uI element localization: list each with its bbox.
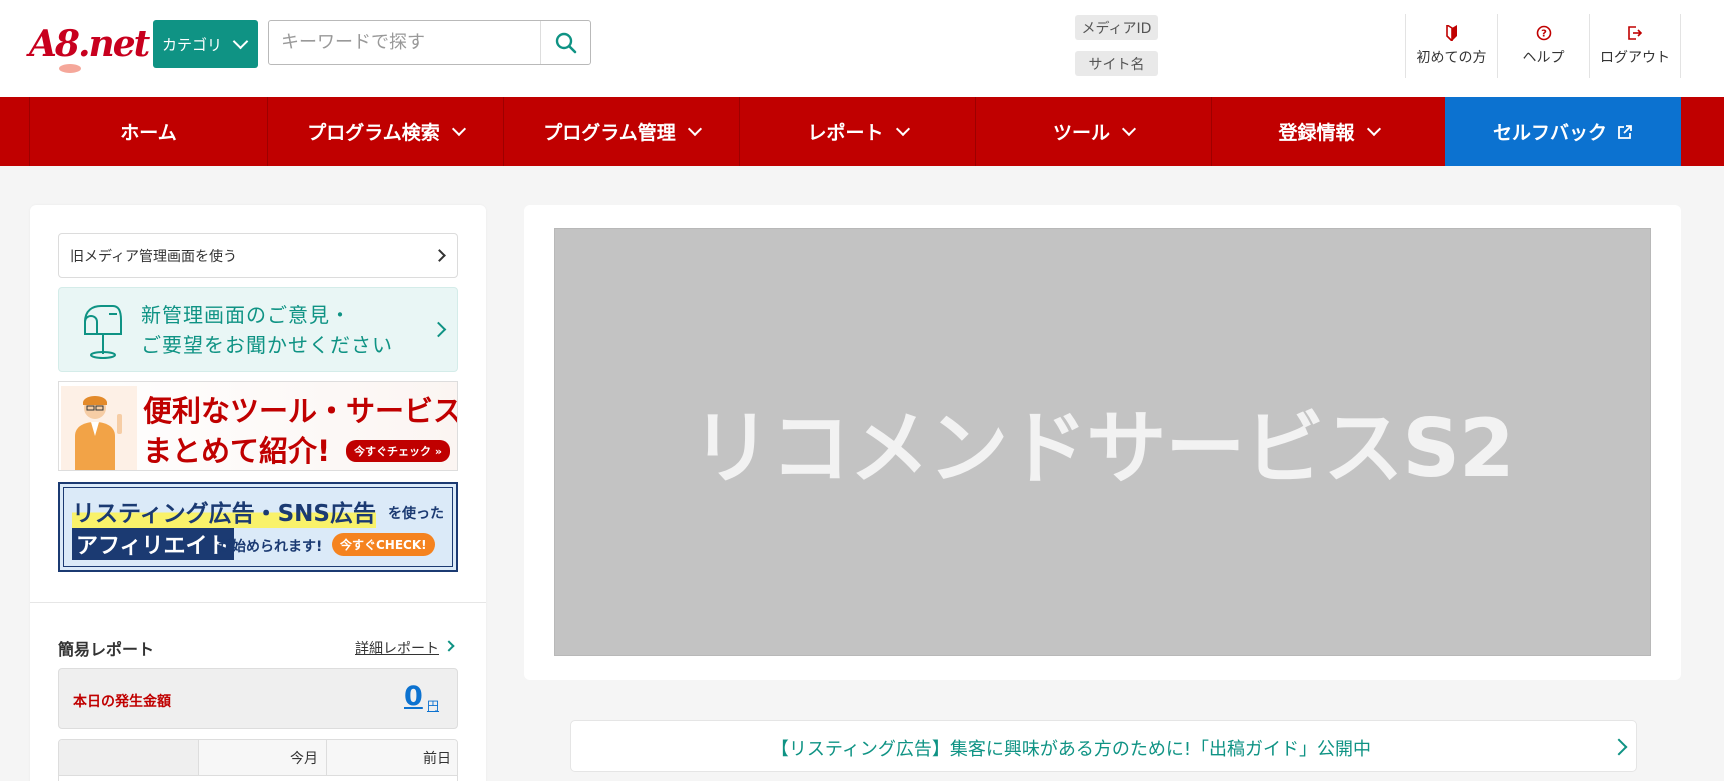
feedback-line1: 新管理画面のご意見・ — [141, 303, 351, 327]
nav-label: レポート — [807, 122, 884, 144]
chevron-right-icon — [433, 249, 446, 262]
util-label: 初めての方 — [1416, 50, 1487, 66]
nav-label: 登録情報 — [1278, 122, 1355, 144]
search-box — [268, 20, 591, 65]
media-id-chip: メディアID — [1075, 15, 1158, 40]
detail-report-link[interactable]: 詳細レポート — [355, 638, 439, 658]
notice-link[interactable]: 【リスティング広告】集客に興味がある方のために!「出稿ガイド」公開中 — [570, 720, 1637, 772]
a8net-logo[interactable]: A8.net — [29, 20, 150, 73]
listing-ads-banner[interactable]: リスティング広告・SNS広告 を使った アフィリエイト が始められます! 今すぐ… — [58, 482, 458, 572]
chevron-right-icon — [1610, 738, 1628, 756]
banner-listing-line2-suffix: が始められます! — [218, 539, 323, 555]
feedback-line2: ご要望をお聞かせください — [141, 333, 393, 357]
site-header: A8.net カテゴリ メディアID サイト名 初めての方 ? ヘルプ ログアウ… — [0, 0, 1724, 97]
table-header-blank — [59, 740, 199, 776]
left-sidebar: 旧メディア管理画面を使う 新管理画面のご意見・ ご要望をお聞かせください 便利な… — [30, 205, 486, 781]
recommend-title: リコメンドサービスS2 — [691, 402, 1514, 495]
today-amount-unit: 円 — [427, 699, 440, 713]
banner-listing-line2: アフィリエイト — [72, 528, 234, 560]
category-label: カテゴリ — [162, 35, 223, 54]
util-label: ヘルプ — [1522, 50, 1565, 66]
beginner-icon — [1445, 25, 1457, 41]
external-link-icon — [1618, 124, 1632, 139]
nav-home[interactable]: ホーム — [29, 97, 267, 166]
util-beginner[interactable]: 初めての方 — [1405, 14, 1497, 78]
util-logout[interactable]: ログアウト — [1589, 14, 1681, 78]
today-amount-box: 本日の発生金額 0 円 — [58, 668, 458, 729]
svg-text:?: ? — [1541, 29, 1547, 40]
nav-program-search[interactable]: プログラム検索 — [267, 97, 503, 166]
logout-icon — [1628, 26, 1643, 40]
feedback-text: 新管理画面のご意見・ ご要望をお聞かせください — [141, 300, 393, 360]
nav-label: ツール — [1052, 122, 1110, 144]
main-nav: ホーム プログラム検索 プログラム管理 レポート ツール 登録情報 セルフバック — [0, 97, 1724, 166]
nav-registration[interactable]: 登録情報 — [1211, 97, 1445, 166]
site-name-chip: サイト名 — [1075, 51, 1158, 76]
banner-listing-line1: リスティング広告・SNS広告 — [72, 494, 376, 528]
banner-listing-line1-suffix: を使った — [388, 506, 444, 522]
chevron-down-icon — [232, 33, 249, 49]
nav-label: セルフバック — [1492, 122, 1607, 144]
chevron-down-icon — [687, 121, 702, 136]
chevron-down-icon — [451, 121, 466, 136]
banner-tools-line2: まとめて紹介! — [143, 434, 331, 468]
main-content-panel: リコメンドサービスS2 — [524, 205, 1681, 680]
simple-report-title: 簡易レポート — [58, 640, 155, 659]
nav-program-manage[interactable]: プログラム管理 — [503, 97, 739, 166]
nav-label: ホーム — [120, 122, 177, 144]
nav-selfback[interactable]: セルフバック — [1445, 97, 1681, 166]
nav-label: プログラム検索 — [307, 122, 440, 144]
logo-text: A8.net — [29, 23, 150, 65]
man-illustration-icon — [61, 386, 137, 470]
table-header-yesterday: 前日 — [327, 740, 457, 776]
report-table: 今月 前日 — [58, 739, 458, 781]
old-media-link[interactable]: 旧メディア管理画面を使う — [58, 233, 458, 278]
nav-label: プログラム管理 — [543, 122, 676, 144]
today-amount-value[interactable]: 0 — [404, 681, 423, 712]
tools-services-banner[interactable]: 便利なツール・サービス まとめて紹介! 今すぐチェック » — [58, 381, 458, 471]
mailbox-icon — [84, 305, 122, 359]
help-icon: ? — [1536, 25, 1551, 41]
category-dropdown-button[interactable]: カテゴリ — [153, 20, 258, 68]
chevron-right-icon — [430, 321, 447, 338]
util-help[interactable]: ? ヘルプ — [1497, 14, 1589, 78]
util-label: ログアウト — [1600, 50, 1670, 66]
search-icon — [555, 32, 576, 53]
notice-text: 【リスティング広告】集客に興味がある方のために!「出稿ガイド」公開中 — [770, 739, 1372, 760]
chevron-right-icon — [443, 640, 455, 652]
banner-tools-cta: 今すぐチェック » — [346, 440, 450, 462]
chevron-down-icon — [1366, 121, 1381, 136]
banner-tools-line1: 便利なツール・サービス — [143, 394, 458, 428]
sidebar-divider — [30, 602, 486, 603]
nav-tools[interactable]: ツール — [975, 97, 1211, 166]
banner-listing-cta: 今すぐCHECK! — [332, 533, 435, 556]
table-header-this-month: 今月 — [199, 740, 327, 776]
search-input[interactable] — [269, 21, 539, 64]
nav-report[interactable]: レポート — [739, 97, 975, 166]
chevron-down-icon — [895, 121, 910, 136]
today-amount-label: 本日の発生金額 — [73, 694, 171, 710]
chevron-down-icon — [1121, 121, 1137, 136]
search-button[interactable] — [540, 21, 590, 64]
recommend-service-placeholder: リコメンドサービスS2 — [554, 228, 1651, 656]
old-media-link-label: 旧メディア管理画面を使う — [70, 248, 238, 265]
feedback-banner[interactable]: 新管理画面のご意見・ ご要望をお聞かせください — [58, 287, 458, 372]
